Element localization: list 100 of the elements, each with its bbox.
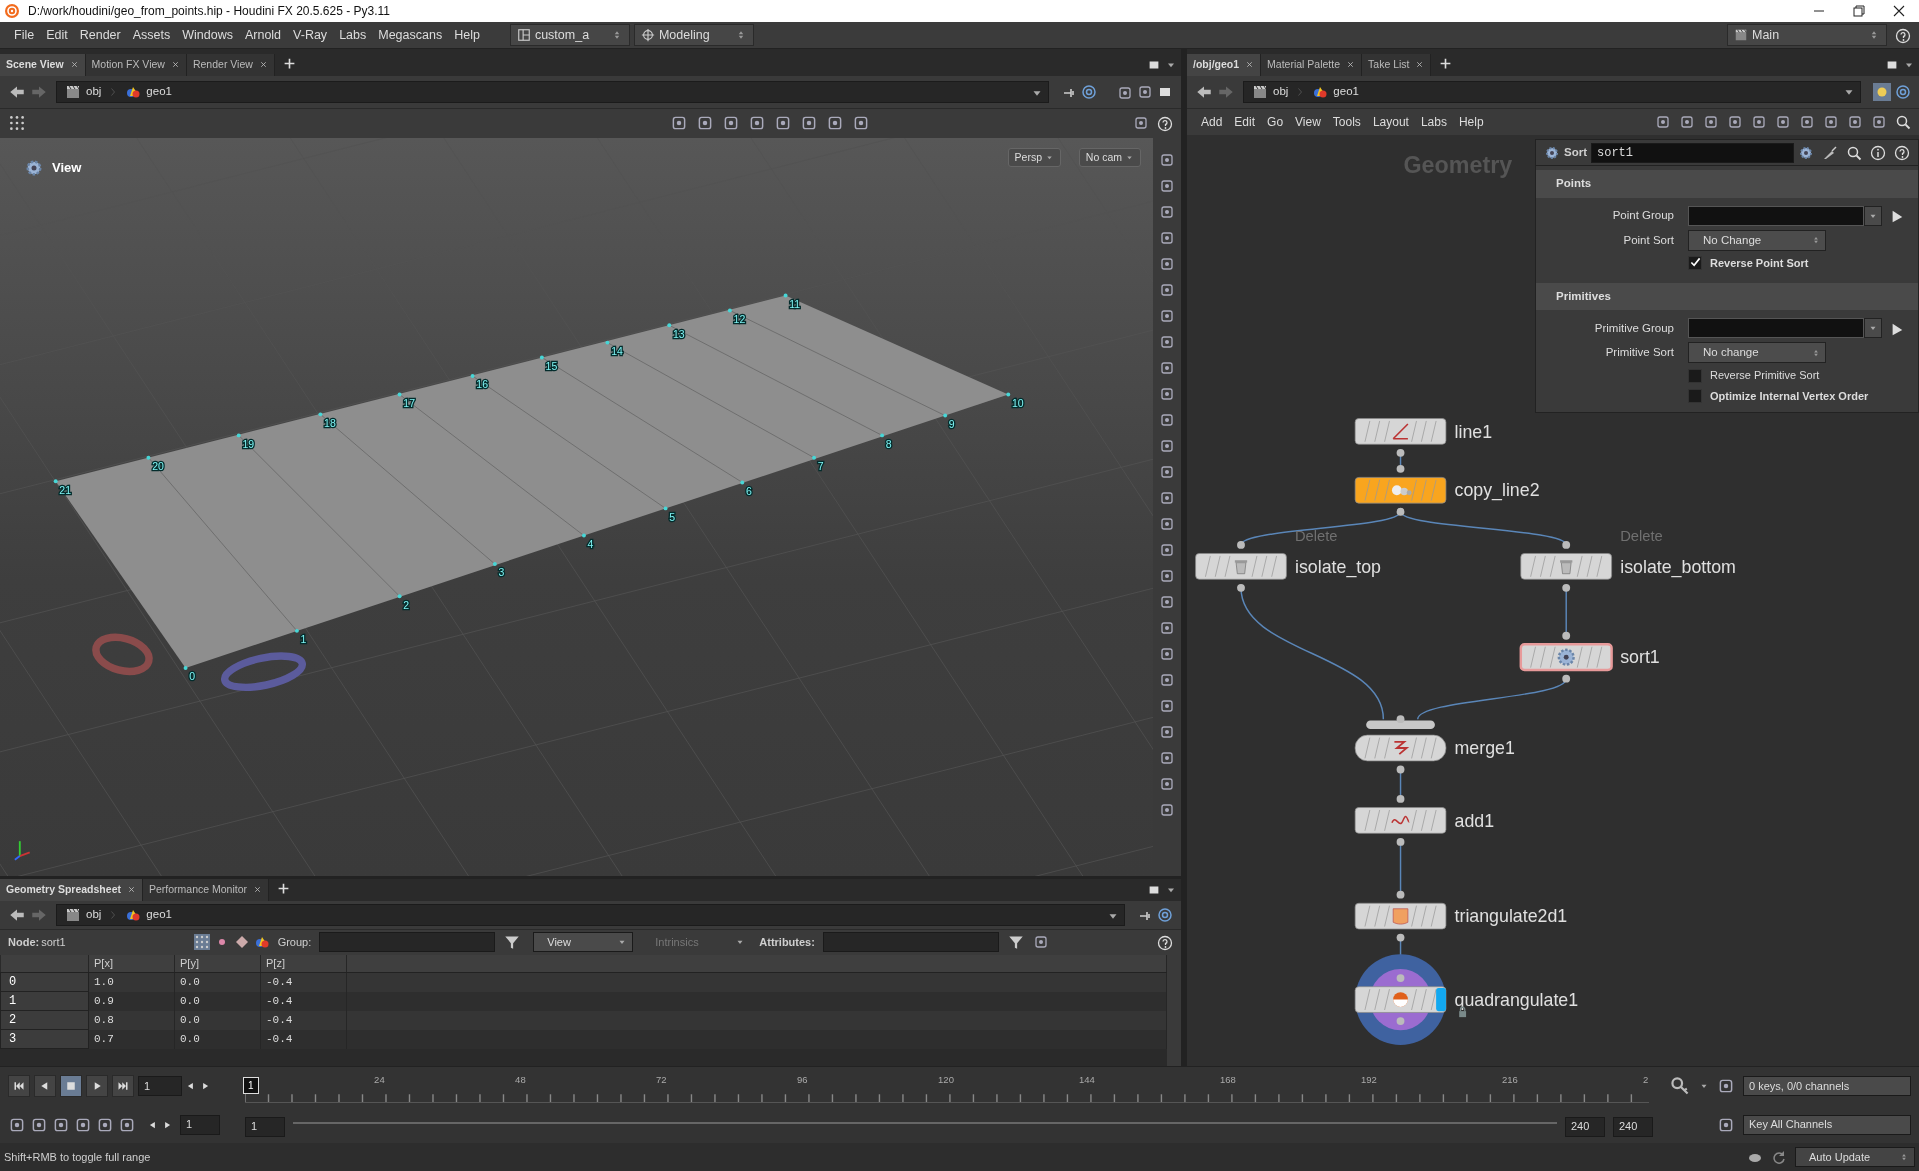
play-backward-button[interactable] — [34, 1075, 56, 1098]
node[interactable] — [1354, 735, 1447, 762]
output-connector[interactable] — [1396, 934, 1405, 942]
play-button[interactable] — [86, 1075, 108, 1098]
key-all-channels-button[interactable]: Key All Channels — [1743, 1114, 1911, 1135]
path-segment[interactable]: geo1 — [1304, 83, 1367, 101]
checkbox[interactable] — [1688, 389, 1702, 404]
update-mode-menu[interactable]: Auto Update — [1795, 1147, 1915, 1168]
path-segment[interactable]: obj — [1244, 83, 1297, 101]
network-tool-icon[interactable] — [1775, 113, 1791, 130]
range-start-field[interactable]: 1 — [245, 1116, 285, 1137]
viewport-tool-icon[interactable] — [1159, 203, 1175, 220]
add-tab-icon[interactable] — [1439, 57, 1453, 71]
node-name-field[interactable]: sort1 — [1591, 142, 1794, 163]
group-field[interactable] — [1688, 205, 1864, 226]
desktop-selector[interactable]: custom_a — [509, 23, 630, 46]
input-connector[interactable] — [1396, 974, 1405, 983]
viewport-tool-icon[interactable] — [1159, 255, 1175, 272]
pane-tab[interactable]: /obj/geo1 — [1187, 53, 1262, 76]
network-tool-icon[interactable] — [1751, 113, 1767, 130]
checkbox[interactable] — [1688, 255, 1702, 270]
input-connector[interactable] — [1396, 715, 1405, 724]
refresh-icon[interactable] — [1771, 1149, 1787, 1166]
pane-tab[interactable]: Geometry Spreadsheet — [0, 879, 143, 901]
input-connector[interactable] — [1396, 465, 1405, 474]
pane-tab[interactable]: Performance Monitor — [142, 879, 269, 901]
start-frame-field[interactable]: 1 — [180, 1114, 220, 1135]
info-icon[interactable] — [1870, 144, 1886, 161]
menu-item[interactable]: Tools — [1326, 108, 1367, 135]
dropdown-button[interactable] — [1864, 318, 1882, 339]
input-connector[interactable] — [1562, 541, 1571, 550]
tab-label[interactable]: Material Palette — [1267, 56, 1341, 73]
pane-tab[interactable]: Render View — [186, 53, 275, 76]
menu-item[interactable]: Go — [1261, 108, 1290, 135]
viewport-tool-icon[interactable] — [1159, 333, 1175, 350]
dropdown[interactable]: No change — [1688, 342, 1826, 364]
path-segment[interactable]: obj — [57, 83, 110, 101]
output-connector[interactable] — [1237, 584, 1245, 593]
viewport-tool-icon[interactable] — [1159, 307, 1175, 324]
node[interactable] — [1520, 553, 1612, 580]
node[interactable] — [1354, 903, 1447, 930]
input-connector[interactable] — [1396, 795, 1405, 804]
network-tool-icon[interactable] — [1655, 113, 1671, 130]
select-arrow-icon[interactable] — [1890, 322, 1904, 337]
viewport-tool-icon[interactable] — [1159, 723, 1175, 740]
viewport-tool-icon[interactable] — [1159, 229, 1175, 246]
viewport-tool-icon[interactable] — [1159, 385, 1175, 402]
select-arrow-icon[interactable] — [1890, 209, 1904, 224]
pane-tab[interactable]: Material Palette — [1261, 53, 1363, 76]
viewport-tool-icon[interactable] — [1159, 281, 1175, 298]
output-connector[interactable] — [1562, 675, 1571, 683]
viewport-tool-icon[interactable] — [1159, 463, 1175, 480]
node[interactable] — [1354, 477, 1447, 504]
viewport-tool-icon[interactable] — [1159, 593, 1175, 610]
tab-label[interactable]: Motion FX View — [91, 56, 165, 73]
viewport-tool-icon[interactable] — [1159, 541, 1175, 558]
network-tool-icon[interactable] — [1727, 113, 1743, 130]
restore-icon[interactable] — [1851, 2, 1867, 19]
gear-icon[interactable] — [1798, 144, 1814, 161]
viewport-tool-icon[interactable] — [1159, 671, 1175, 688]
input-connector[interactable] — [1396, 891, 1405, 899]
menu-item[interactable]: Edit — [1228, 108, 1262, 135]
menu-item[interactable]: Arnold — [238, 21, 288, 48]
help-icon[interactable] — [1157, 935, 1173, 952]
camera-view-menu[interactable]: No cam — [1078, 147, 1141, 168]
tab-label[interactable]: Take List — [1368, 56, 1410, 73]
pane-tab[interactable]: Scene View — [0, 53, 86, 76]
viewport-tool-icon[interactable] — [1159, 437, 1175, 454]
viewport-tool-icon[interactable] — [1159, 697, 1175, 714]
viewport-tool-icon[interactable] — [1159, 359, 1175, 376]
menu-item[interactable]: Help — [1452, 108, 1490, 135]
menu-item[interactable]: Help — [448, 21, 486, 48]
menu-item[interactable]: Edit — [40, 21, 74, 48]
node[interactable] — [1195, 553, 1287, 580]
network-tool-icon[interactable] — [1703, 113, 1719, 130]
node[interactable] — [1519, 643, 1613, 672]
jump-end-button[interactable] — [112, 1075, 134, 1098]
target-icon[interactable] — [1157, 907, 1173, 923]
shelf-set-selector[interactable]: Modeling — [633, 23, 754, 46]
node[interactable] — [1354, 807, 1447, 835]
current-frame-marker[interactable]: 1 — [243, 1077, 259, 1095]
search-icon[interactable] — [1895, 113, 1911, 130]
viewport-tool-icon[interactable] — [1159, 749, 1175, 766]
network-tool-icon[interactable] — [1871, 113, 1887, 130]
output-connector[interactable] — [1396, 838, 1405, 847]
viewport-tool-icon[interactable] — [1159, 775, 1175, 792]
keys-status-field[interactable]: 0 keys, 0/0 channels — [1743, 1076, 1911, 1097]
node[interactable] — [1354, 418, 1447, 445]
menu-item[interactable]: Render — [73, 21, 127, 48]
end-frame-field[interactable]: 240 — [1613, 1116, 1653, 1137]
menu-item[interactable]: Assets — [126, 21, 177, 48]
view-menu[interactable]: View — [533, 932, 634, 953]
path-segment[interactable]: geo1 — [117, 906, 180, 924]
viewport-tool-icon[interactable] — [1159, 801, 1175, 818]
gear-icon[interactable] — [1544, 144, 1560, 161]
search-icon[interactable] — [1846, 144, 1862, 161]
viewport-tool-icon[interactable] — [1159, 151, 1175, 168]
tab-label[interactable]: Geometry Spreadsheet — [6, 882, 121, 898]
viewport-tool-icon[interactable] — [1159, 619, 1175, 636]
camera-menu[interactable]: Persp — [1007, 147, 1061, 168]
